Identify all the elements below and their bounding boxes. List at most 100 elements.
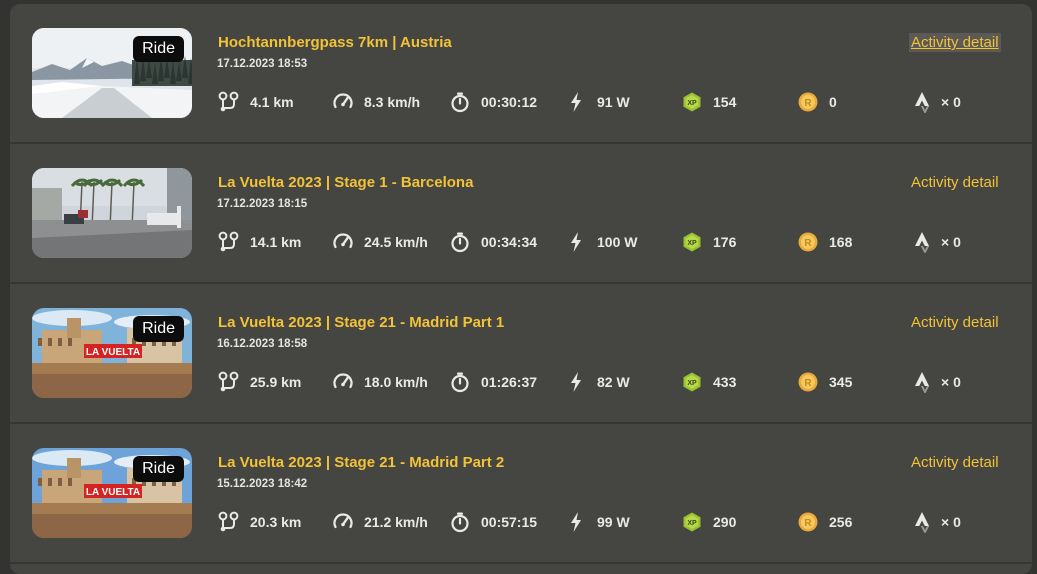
power-stat: 99 W [565,510,630,534]
svg-text:LA VUELTA: LA VUELTA [86,347,140,358]
speedometer-icon [332,371,354,393]
xp-hexagon-icon: XP [681,371,703,393]
activity-detail-link[interactable]: Activity detail [911,314,999,331]
distance-value: 25.9 km [250,374,302,390]
svg-text:R: R [804,98,812,109]
activity-title[interactable]: Hochtannbergpass 7km | Austria [218,34,452,51]
coins-value: 0 [829,94,837,110]
ride-badge: Ride [133,316,184,342]
activity-detail-link[interactable]: Activity detail [911,174,999,191]
xp-stat: XP 176 [681,230,736,254]
activity-title[interactable]: La Vuelta 2023 | Stage 21 - Madrid Part … [218,314,504,331]
strava-value: × 0 [941,94,961,110]
power-value: 99 W [597,514,630,530]
speedometer-icon [332,231,354,253]
stopwatch-icon [449,371,471,393]
duration-value: 00:57:15 [481,514,538,530]
coins-stat: R 0 [797,90,837,114]
duration-value: 00:30:12 [481,94,538,110]
lightning-icon [565,511,587,533]
speed-value: 8.3 km/h [364,94,421,110]
activity-date: 17.12.2023 18:53 [217,58,308,70]
speed-stat: 18.0 km/h [332,370,428,394]
activity-date: 16.12.2023 18:58 [217,338,308,350]
xp-value: 433 [713,374,737,390]
route-icon [218,91,240,113]
activity-title[interactable]: La Vuelta 2023 | Stage 1 - Barcelona [218,174,473,191]
activity-row: LA VUELTA Ride La Vuelta 2023 | Stage 21… [10,284,1032,424]
coins-value: 256 [829,514,853,530]
activity-row: La Vuelta 2023 | Stage 1 - Barcelona 17.… [10,144,1032,284]
strava-stat: × 0 [913,230,961,254]
activity-date: 17.12.2023 18:15 [217,198,308,210]
strava-icon [913,231,935,253]
svg-text:R: R [804,378,812,389]
coin-icon: R [797,231,819,253]
speed-stat: 21.2 km/h [332,510,428,534]
strava-value: × 0 [941,514,961,530]
strava-value: × 0 [941,374,961,390]
duration-stat: 00:30:12 [449,90,537,114]
xp-stat: XP 154 [681,90,736,114]
distance-value: 14.1 km [250,234,302,250]
duration-stat: 00:34:34 [449,230,537,254]
speed-value: 21.2 km/h [364,514,428,530]
svg-text:XP: XP [687,520,697,527]
distance-value: 20.3 km [250,514,302,530]
activity-detail-link[interactable]: Activity detail [911,454,999,471]
ride-badge: Ride [133,456,184,482]
svg-text:XP: XP [687,240,697,247]
coin-icon: R [797,511,819,533]
strava-stat: × 0 [913,90,961,114]
coins-value: 345 [829,374,853,390]
route-icon [218,511,240,533]
xp-hexagon-icon: XP [681,231,703,253]
power-stat: 82 W [565,370,630,394]
speedometer-icon [332,511,354,533]
activity-detail-link[interactable]: Activity detail [909,33,1001,52]
svg-text:R: R [804,238,812,249]
activity-thumbnail[interactable]: LA VUELTA Ride [32,308,192,398]
strava-stat: × 0 [913,370,961,394]
power-stat: 91 W [565,90,630,114]
duration-stat: 01:26:37 [449,370,537,394]
coin-icon: R [797,371,819,393]
power-value: 82 W [597,374,630,390]
duration-value: 01:26:37 [481,374,538,390]
svg-text:R: R [804,518,812,529]
speed-stat: 24.5 km/h [332,230,428,254]
speed-stat: 8.3 km/h [332,90,420,114]
activity-title[interactable]: La Vuelta 2023 | Stage 21 - Madrid Part … [218,454,504,471]
coins-stat: R 345 [797,370,852,394]
activity-thumbnail[interactable] [32,168,192,258]
activity-thumbnail[interactable]: Ride [32,28,192,118]
stopwatch-icon [449,91,471,113]
coins-value: 168 [829,234,853,250]
thumbnail-image [32,168,192,258]
route-icon [218,371,240,393]
activity-thumbnail[interactable]: LA VUELTA Ride [32,448,192,538]
power-stat: 100 W [565,230,637,254]
coin-icon: R [797,91,819,113]
lightning-icon [565,371,587,393]
coins-stat: R 256 [797,510,852,534]
svg-text:XP: XP [687,380,697,387]
svg-text:LA VUELTA: LA VUELTA [86,487,140,498]
strava-value: × 0 [941,234,961,250]
strava-icon [913,91,935,113]
xp-value: 154 [713,94,737,110]
stopwatch-icon [449,511,471,533]
xp-hexagon-icon: XP [681,511,703,533]
strava-icon [913,371,935,393]
xp-value: 176 [713,234,737,250]
power-value: 100 W [597,234,638,250]
svg-text:XP: XP [687,100,697,107]
strava-stat: × 0 [913,510,961,534]
power-value: 91 W [597,94,630,110]
speed-value: 24.5 km/h [364,234,428,250]
speedometer-icon [332,91,354,113]
coins-stat: R 168 [797,230,852,254]
ride-badge: Ride [133,36,184,62]
activity-row: LA VUELTA Ride La Vuelta 2023 | Stage 21… [10,424,1032,564]
xp-stat: XP 290 [681,510,736,534]
